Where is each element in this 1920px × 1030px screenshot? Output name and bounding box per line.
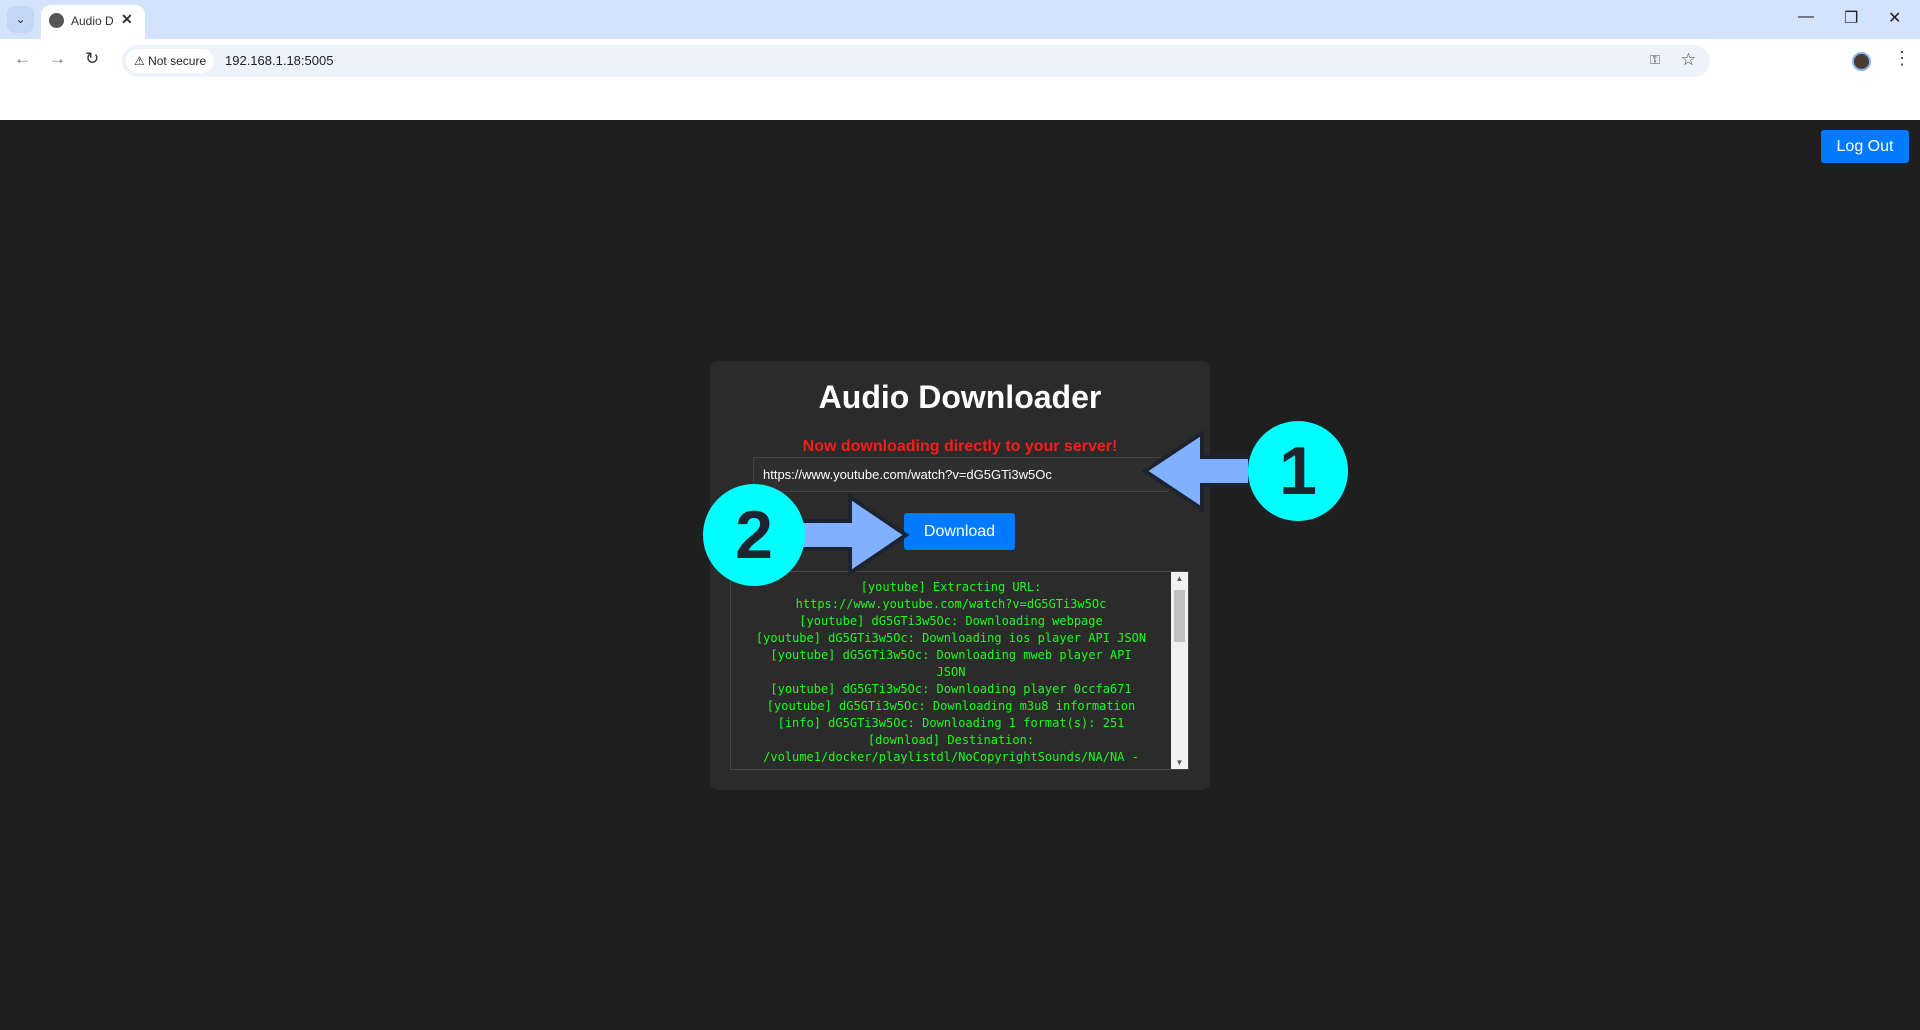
step-2-label: 2 [735,497,773,573]
arrow-2 [798,493,910,577]
step-1-label: 1 [1279,433,1317,509]
arrow-1 [1141,429,1252,513]
annotation-layer [703,421,1348,586]
